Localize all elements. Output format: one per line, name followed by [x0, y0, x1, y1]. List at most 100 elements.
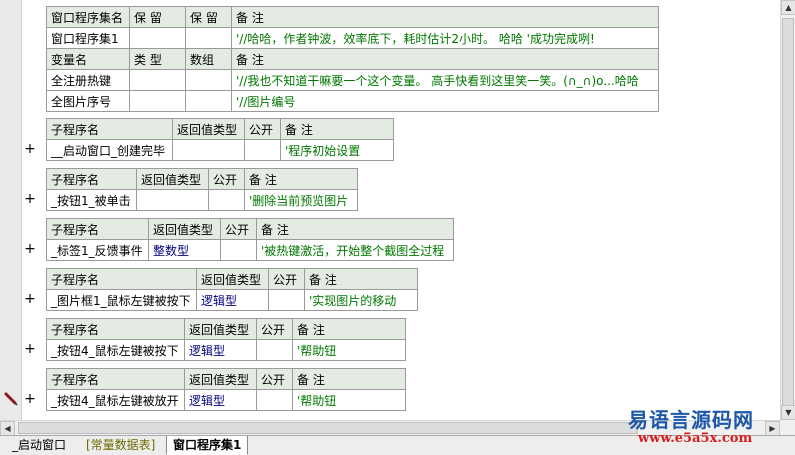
subroutine-name[interactable]: _按钮4_鼠标左键被按下 — [46, 339, 185, 361]
expand-toggle[interactable]: + — [24, 242, 36, 256]
scroll-left-icon[interactable]: ◀ — [0, 421, 15, 436]
subroutine-row[interactable]: _标签1_反馈事件 整数型 '被热键激活，开始整个截图全过程 — [46, 239, 454, 261]
subroutine-table: 子程序名 返回值类型 公开 备 注 _图片框1_鼠标左键被按下 逻辑型 '实现图… — [46, 268, 418, 311]
subroutine-public[interactable] — [268, 289, 305, 311]
subroutine-comment[interactable]: '帮助钮 — [292, 389, 406, 411]
header-cell: 返回值类型 — [196, 268, 269, 290]
subroutine-public[interactable] — [220, 239, 257, 261]
header-cell: 类 型 — [129, 48, 186, 70]
scrollbar-corner — [780, 420, 795, 435]
vertical-scrollbar[interactable]: ▲ ▼ — [780, 0, 795, 420]
assembly-row[interactable]: 窗口程序集1 '//哈哈，作者钟波，效率底下，耗时估计2小时。 哈哈 '成功完成… — [46, 27, 659, 49]
subroutine-name[interactable]: _图片框1_鼠标左键被按下 — [46, 289, 197, 311]
subroutine-row[interactable]: _图片框1_鼠标左键被按下 逻辑型 '实现图片的移动 — [46, 289, 418, 311]
variable-array[interactable] — [185, 90, 232, 112]
variable-comment[interactable]: '//图片编号 — [231, 90, 659, 112]
subroutine-name[interactable]: __启动窗口_创建完毕 — [46, 139, 173, 161]
scroll-right-icon[interactable]: ▶ — [765, 421, 780, 436]
subroutine-comment[interactable]: '被热键激活，开始整个截图全过程 — [256, 239, 454, 261]
subroutine-row[interactable]: __启动窗口_创建完毕 '程序初始设置 — [46, 139, 394, 161]
header-cell: 返回值类型 — [148, 218, 221, 240]
header-cell: 返回值类型 — [184, 318, 257, 340]
variable-type[interactable] — [129, 69, 186, 91]
variable-type[interactable] — [129, 90, 186, 112]
header-cell: 子程序名 — [46, 318, 185, 340]
subroutine-row[interactable]: _按钮1_被单击 '删除当前预览图片 — [46, 189, 358, 211]
expand-toggle[interactable]: + — [24, 292, 36, 306]
subroutine-table: 子程序名 返回值类型 公开 备 注 _按钮1_被单击 '删除当前预览图片 — [46, 168, 358, 211]
header-cell: 变量名 — [46, 48, 130, 70]
header-cell: 子程序名 — [46, 118, 173, 140]
subroutine-name[interactable]: _按钮1_被单击 — [46, 189, 137, 211]
subroutine-table: 子程序名 返回值类型 公开 备 注 _按钮4_鼠标左键被按下 逻辑型 '帮助钮 — [46, 318, 406, 361]
reserved-cell[interactable] — [185, 27, 232, 49]
subroutine-return-type[interactable]: 逻辑型 — [184, 339, 257, 361]
expand-toggle[interactable]: + — [24, 192, 36, 206]
header-cell: 子程序名 — [46, 218, 149, 240]
horizontal-scroll-thumb[interactable] — [18, 422, 638, 434]
subroutine-header-row: 子程序名 返回值类型 公开 备 注 — [46, 118, 394, 140]
header-cell: 公开 — [256, 368, 293, 390]
subroutine-return-type[interactable]: 逻辑型 — [184, 389, 257, 411]
variable-header-row: 变量名 类 型 数组 备 注 — [46, 48, 659, 70]
assembly-comment[interactable]: '//哈哈，作者钟波，效率底下，耗时估计2小时。 哈哈 '成功完成咧! — [231, 27, 659, 49]
window-assembly-table: 窗口程序集名 保 留 保 留 备 注 窗口程序集1 '//哈哈，作者钟波，效率底… — [46, 6, 659, 112]
subroutine-row[interactable]: _按钮4_鼠标左键被按下 逻辑型 '帮助钮 — [46, 339, 406, 361]
header-cell: 公开 — [244, 118, 281, 140]
watermark-url: www.e5a5x.com — [638, 431, 753, 446]
header-cell: 子程序名 — [46, 268, 197, 290]
vertical-scroll-thumb[interactable] — [782, 18, 794, 410]
header-cell: 公开 — [268, 268, 305, 290]
header-cell: 备 注 — [304, 268, 418, 290]
subroutine-public[interactable] — [244, 139, 281, 161]
subroutine-header-row: 子程序名 返回值类型 公开 备 注 — [46, 218, 454, 240]
variable-name[interactable]: 全图片序号 — [46, 90, 130, 112]
subroutine-comment[interactable]: '帮助钮 — [292, 339, 406, 361]
subroutine-table: 子程序名 返回值类型 公开 备 注 __启动窗口_创建完毕 '程序初始设置 — [46, 118, 394, 161]
header-cell: 数组 — [185, 48, 232, 70]
scroll-down-icon[interactable]: ▼ — [781, 405, 795, 420]
assembly-header-row: 窗口程序集名 保 留 保 留 备 注 — [46, 6, 659, 28]
subroutine-comment[interactable]: '程序初始设置 — [280, 139, 394, 161]
expand-toggle[interactable]: + — [24, 392, 36, 406]
subroutine-header-row: 子程序名 返回值类型 公开 备 注 — [46, 168, 358, 190]
header-cell: 保 留 — [129, 6, 186, 28]
variable-comment[interactable]: '//我也不知道干嘛要一个这个变量。 高手快看到这里笑一笑。(∩_∩)o...哈… — [231, 69, 659, 91]
header-cell: 返回值类型 — [136, 168, 209, 190]
subroutine-public[interactable] — [256, 389, 293, 411]
subroutine-name[interactable]: _按钮4_鼠标左键被放开 — [46, 389, 185, 411]
header-cell: 备 注 — [292, 318, 406, 340]
pen-icon — [4, 392, 18, 406]
tab-startup-window[interactable]: _启动窗口 — [6, 436, 72, 455]
header-cell: 备 注 — [244, 168, 358, 190]
scroll-up-icon[interactable]: ▲ — [781, 0, 795, 15]
variable-row[interactable]: 全注册热键 '//我也不知道干嘛要一个这个变量。 高手快看到这里笑一笑。(∩_∩… — [46, 69, 659, 91]
subroutine-name[interactable]: _标签1_反馈事件 — [46, 239, 149, 261]
tab-constant-table[interactable]: [常量数据表] — [80, 436, 161, 455]
header-cell: 窗口程序集名 — [46, 6, 130, 28]
subroutine-public[interactable] — [256, 339, 293, 361]
assembly-name[interactable]: 窗口程序集1 — [46, 27, 130, 49]
subroutine-return-type[interactable]: 整数型 — [148, 239, 221, 261]
subroutine-return-type[interactable] — [136, 189, 209, 211]
variable-array[interactable] — [185, 69, 232, 91]
header-cell: 返回值类型 — [184, 368, 257, 390]
subroutine-public[interactable] — [208, 189, 245, 211]
subroutine-row[interactable]: _按钮4_鼠标左键被放开 逻辑型 '帮助钮 — [46, 389, 406, 411]
header-cell: 公开 — [220, 218, 257, 240]
watermark-title: 易语言源码网 — [628, 408, 754, 432]
variable-name[interactable]: 全注册热键 — [46, 69, 130, 91]
reserved-cell[interactable] — [129, 27, 186, 49]
expand-toggle[interactable]: + — [24, 342, 36, 356]
subroutine-comment[interactable]: '删除当前预览图片 — [244, 189, 358, 211]
header-cell: 子程序名 — [46, 168, 137, 190]
expand-toggle[interactable]: + — [24, 142, 36, 156]
subroutine-return-type[interactable] — [172, 139, 245, 161]
header-cell: 保 留 — [185, 6, 232, 28]
variable-row[interactable]: 全图片序号 '//图片编号 — [46, 90, 659, 112]
header-cell: 备 注 — [280, 118, 394, 140]
subroutine-return-type[interactable]: 逻辑型 — [196, 289, 269, 311]
subroutine-comment[interactable]: '实现图片的移动 — [304, 289, 418, 311]
tab-window-assembly[interactable]: 窗口程序集1 — [166, 436, 249, 455]
subroutine-table: 子程序名 返回值类型 公开 备 注 _标签1_反馈事件 整数型 '被热键激活，开… — [46, 218, 454, 261]
